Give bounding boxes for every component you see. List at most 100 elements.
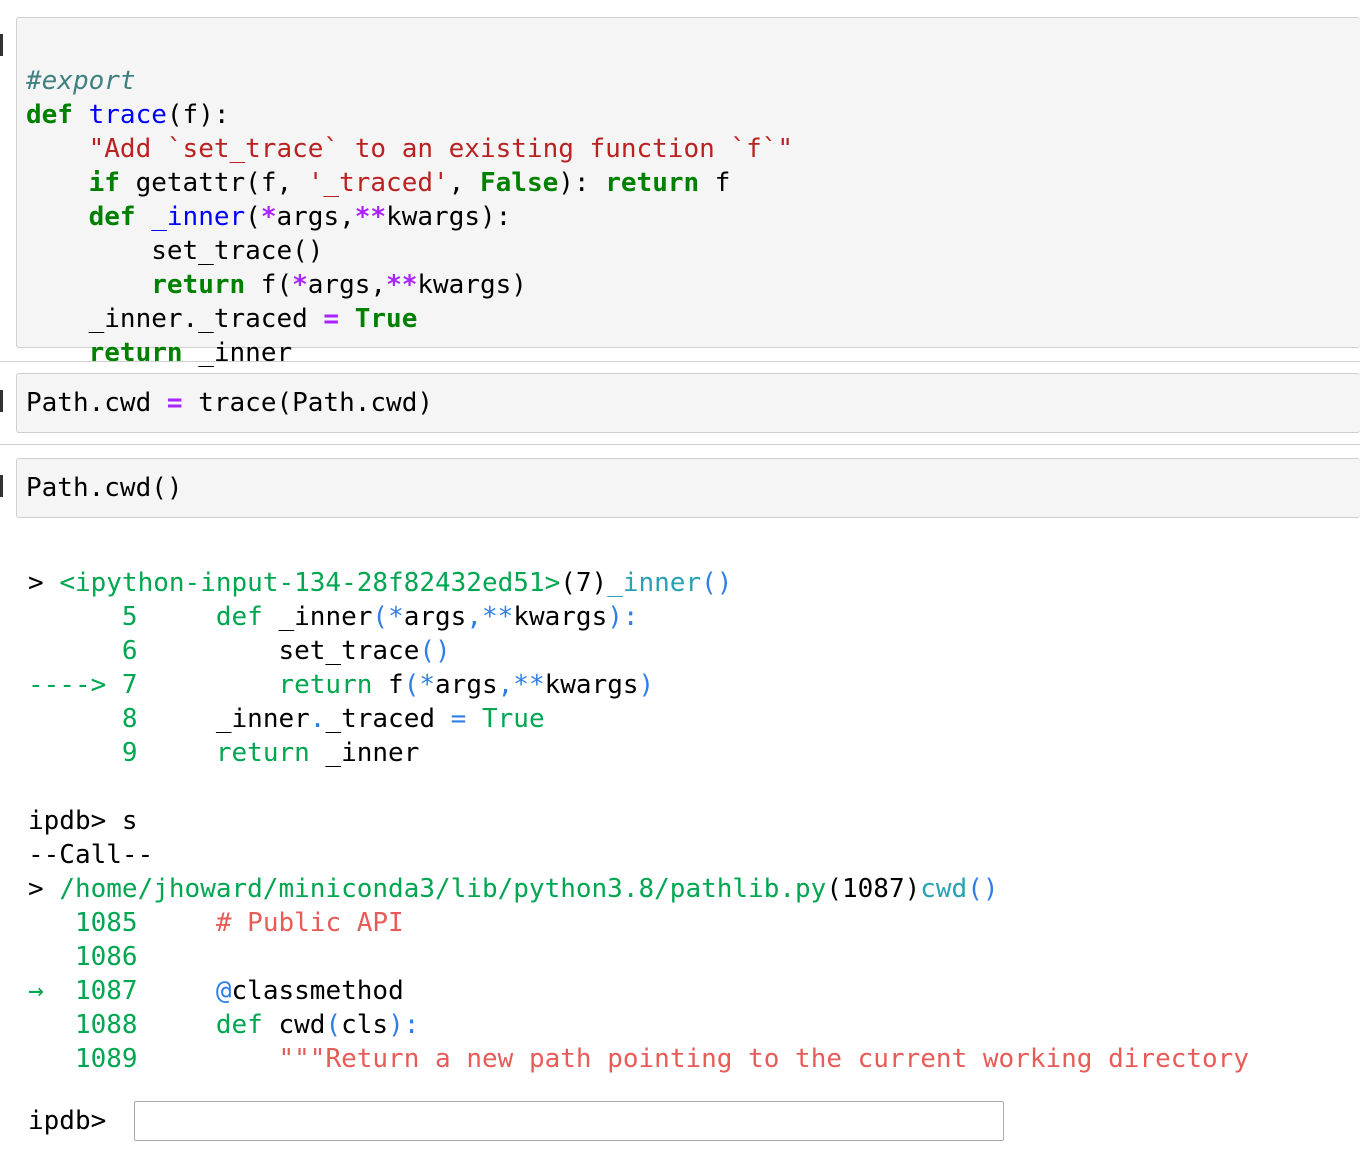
code-token: **: [513, 670, 545, 700]
line-number: 5: [121, 602, 138, 632]
current-line-arrow-icon: →: [28, 976, 75, 1006]
code-token: (): [419, 636, 451, 666]
frame-function: _inner: [607, 568, 702, 598]
source-line: 1086: [28, 942, 138, 972]
source-line: 1088 def cwd(cls):: [28, 1010, 419, 1040]
code-token: args: [403, 602, 467, 632]
cell-selection-marker: [0, 475, 3, 497]
code-token: # Public API: [215, 908, 404, 938]
code-token: def: [26, 100, 73, 130]
code-token: _inner._traced: [26, 304, 324, 334]
code-token: @: [215, 976, 232, 1006]
code-token: ):: [558, 168, 606, 198]
code-token: .: [309, 704, 326, 734]
code-token: True: [481, 704, 545, 734]
code-token: (: [325, 1010, 342, 1040]
frame-file: <ipython-input-134-28f82432ed51>: [59, 568, 561, 598]
line-marker: [28, 636, 122, 666]
code-cell-call-cwd[interactable]: Path.cwd(): [16, 458, 1360, 518]
code-token: =: [450, 704, 467, 734]
code-token: def: [88, 202, 136, 232]
source-line: 9 return _inner: [28, 738, 419, 768]
code-token: kwargs):: [386, 202, 512, 232]
cell-output: > <ipython-input-134-28f82432ed51>(7)_in…: [28, 532, 1249, 1076]
source-line-current: ----> 7 return f(*args,**kwargs): [28, 670, 654, 700]
code-token: kwargs): [417, 270, 527, 300]
ipdb-command: s: [121, 806, 138, 836]
line-marker: [28, 942, 75, 972]
code-token: ):: [607, 602, 639, 632]
line-number: 1088: [74, 1010, 138, 1040]
code-token: def: [215, 1010, 263, 1040]
cell-divider: [0, 444, 1360, 445]
code-token: cwd: [262, 1010, 326, 1040]
code-token: *: [419, 670, 436, 700]
source-line: 6 set_trace(): [28, 636, 451, 666]
code-token: **: [482, 602, 514, 632]
ipdb-stdin-input[interactable]: [134, 1101, 1004, 1141]
code-token: (: [372, 602, 389, 632]
code-token: True: [354, 304, 418, 334]
frame-parens: (): [967, 874, 999, 904]
code-token: ):: [388, 1010, 420, 1040]
code-token: trace(Path.cwd): [182, 388, 433, 418]
code-token: f(: [245, 270, 293, 300]
code-token: def: [215, 602, 263, 632]
cell-selection-marker: [0, 390, 3, 412]
source-line: 5 def _inner(*args,**kwargs):: [28, 602, 639, 632]
frame-lineno: (1087): [826, 874, 921, 904]
line-number: 1089: [74, 1044, 138, 1074]
code-token: _inner: [182, 338, 293, 368]
source-line-current: → 1087 @classmethod: [28, 976, 404, 1006]
line-number: 9: [121, 738, 138, 768]
line-number: 6: [121, 636, 138, 666]
line-number: 1087: [74, 976, 138, 1006]
code-token: =: [166, 388, 183, 418]
code-token: (: [245, 202, 261, 232]
code-cell-trace[interactable]: #export def trace(f): "Add `set_trace` t…: [16, 17, 1360, 368]
line-marker: [28, 602, 122, 632]
code-token: =: [323, 304, 340, 334]
code-token: """Return a new path pointing to the cur…: [278, 1044, 1249, 1074]
source-line: 1085 # Public API: [28, 908, 404, 938]
line-number: 8: [121, 704, 138, 734]
code-token: return: [278, 670, 373, 700]
code-token: Path.cwd(): [26, 473, 183, 503]
code-token: cls: [341, 1010, 389, 1040]
code-token: ,: [448, 168, 480, 198]
code-token: _traced: [325, 704, 451, 734]
ipdb-prompt: ipdb>: [28, 806, 122, 836]
code-token: return: [215, 738, 310, 768]
frame-arrow: >: [28, 568, 60, 598]
code-editor[interactable]: Path.cwd(): [26, 471, 183, 505]
frame-parens: (): [701, 568, 733, 598]
frame-lineno: (7): [560, 568, 608, 598]
code-token: **: [354, 202, 387, 232]
code-editor[interactable]: Path.cwd = trace(Path.cwd): [26, 386, 433, 420]
frame-file: /home/jhoward/miniconda3/lib/python3.8/p…: [59, 874, 827, 904]
code-cell-patch-cwd[interactable]: Path.cwd = trace(Path.cwd): [16, 373, 1360, 433]
code-token: ,: [497, 670, 514, 700]
code-editor[interactable]: #export def trace(f): "Add `set_trace` t…: [26, 30, 793, 370]
code-token: getattr(f,: [119, 168, 308, 198]
ipdb-command-line: ipdb> s: [28, 806, 138, 836]
code-token: Path.cwd: [26, 388, 167, 418]
line-number: 1085: [74, 908, 138, 938]
cell-divider: [0, 361, 1360, 362]
code-token: *: [292, 270, 308, 300]
code-token: _inner: [215, 704, 310, 734]
code-token: *: [388, 602, 404, 632]
code-token: trace: [88, 100, 167, 130]
line-marker: [28, 1010, 75, 1040]
line-marker: [28, 704, 122, 734]
code-token: False: [479, 168, 559, 198]
frame-function: cwd: [920, 874, 968, 904]
code-token: #export: [26, 66, 136, 96]
line-marker: [28, 738, 122, 768]
code-token: (f):: [166, 100, 230, 130]
